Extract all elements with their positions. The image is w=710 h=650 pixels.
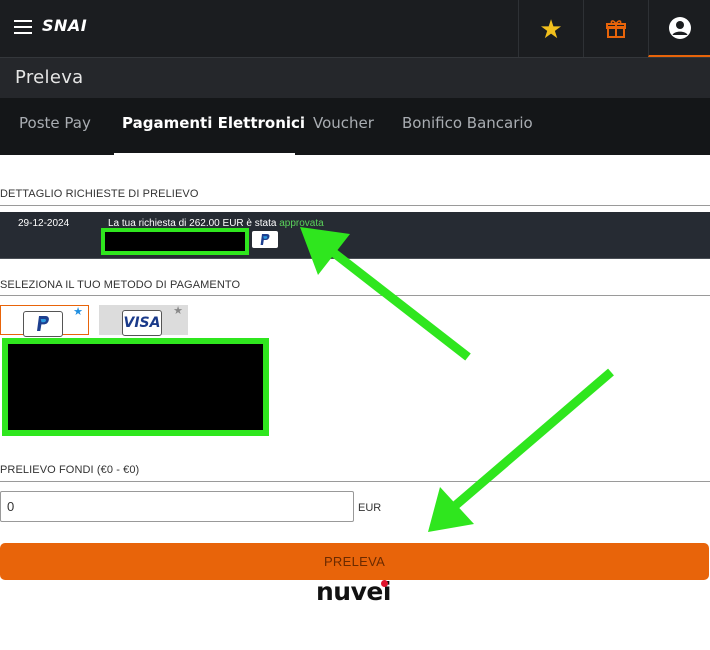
promotions-button[interactable] [583,0,648,57]
menu-icon[interactable] [14,20,32,34]
amount-input[interactable] [0,491,354,522]
star-icon: ★ [539,13,563,44]
nuvei-logo: nuvei [316,577,391,606]
requests-heading: DETTAGLIO RICHIESTE DI PRELIEVO [0,188,199,200]
user-account-icon [668,16,691,39]
top-bar: SNAI ★ [0,0,710,57]
visa-logo: VISA [122,310,162,336]
account-button[interactable] [648,0,710,57]
tab-bonifico-bancario[interactable]: Bonifico Bancario [402,98,533,155]
page-title: Preleva [15,67,84,88]
snai-logo[interactable]: SNAI [42,16,87,35]
withdraw-button[interactable]: PRELEVA [0,543,709,580]
redacted-account-box [101,228,249,255]
request-status: approvata [279,218,324,229]
tab-voucher[interactable]: Voucher [313,98,374,155]
favorite-star-icon[interactable]: ★ [173,306,183,317]
divider [0,295,710,296]
request-date: 29-12-2024 [18,218,70,229]
methods-heading: SELEZIONA IL TUO METODO DI PAGAMENTO [0,279,241,291]
payment-method-paypal[interactable]: ★ [0,305,89,337]
paypal-logo [23,311,63,337]
page-header: Preleva [0,57,710,98]
paypal-small-icon [252,231,278,248]
payment-tabs: Poste Pay Pagamenti Elettronici Voucher … [0,98,710,155]
divider [0,205,710,206]
tab-poste-pay[interactable]: Poste Pay [19,98,91,155]
green-arrow [428,368,614,532]
nuvei-logo-dot [381,580,388,587]
currency-label: EUR [358,502,382,514]
tab-pagamenti-elettronici[interactable]: Pagamenti Elettronici [114,98,305,155]
redacted-details-box [2,338,269,436]
amount-label: PRELIEVO FONDI (€0 - €0) [0,464,140,476]
favorite-star-icon[interactable]: ★ [73,307,83,318]
divider [0,481,710,482]
payment-method-visa[interactable]: VISA ★ [99,305,188,336]
gift-icon [606,19,626,38]
favorites-button[interactable]: ★ [518,0,583,57]
